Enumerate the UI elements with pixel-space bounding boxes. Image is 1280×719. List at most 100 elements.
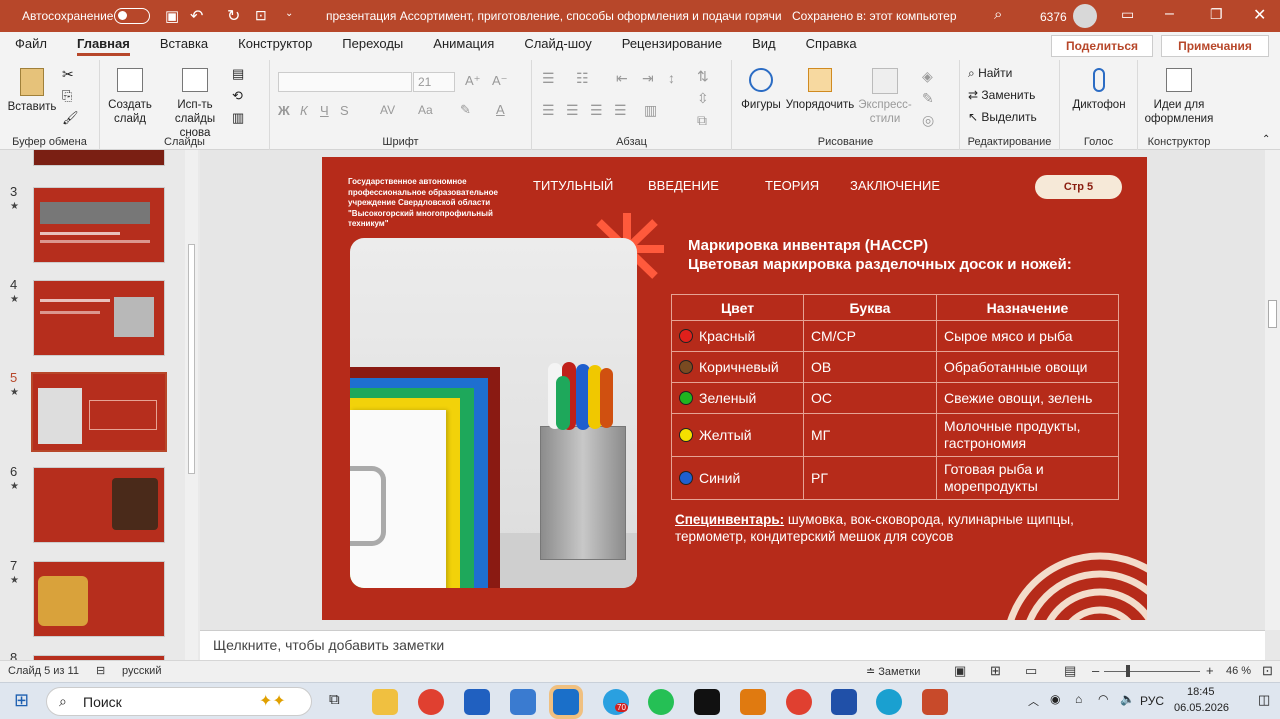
char-spacing-button[interactable]: AV: [380, 103, 395, 117]
effects-icon[interactable]: ◎: [922, 112, 934, 129]
comments-button[interactable]: Примечания: [1161, 35, 1269, 57]
dictate-button[interactable]: Диктофон: [1070, 68, 1128, 112]
bold-button[interactable]: Ж: [278, 103, 290, 118]
find-button[interactable]: ⌕ Найти: [968, 66, 1012, 81]
notifications-icon[interactable]: ◫: [1258, 692, 1270, 708]
keyboard-language[interactable]: РУС: [1140, 694, 1164, 708]
tray-chevron-icon[interactable]: ︿: [1028, 693, 1039, 709]
layout-icon[interactable]: ▤: [232, 66, 244, 82]
menu-tab[interactable]: Главная: [76, 36, 130, 56]
justify-icon[interactable]: ☰: [614, 102, 627, 119]
thumbnails-scrollbar[interactable]: [185, 150, 198, 660]
decrease-indent-icon[interactable]: ⇤: [616, 70, 628, 87]
thumbnail-slide-6[interactable]: [33, 467, 165, 543]
undo-icon[interactable]: ↶: [190, 6, 203, 26]
designer-ideas-button[interactable]: Идеи для оформления: [1142, 68, 1216, 126]
shrink-font-icon[interactable]: A⁻: [492, 73, 508, 89]
font-size-select[interactable]: 21: [413, 72, 455, 92]
volume-icon[interactable]: 🔈: [1120, 692, 1135, 706]
section-icon[interactable]: ▥: [232, 110, 244, 126]
shapes-button[interactable]: Фигуры: [738, 68, 784, 112]
font-color-icon[interactable]: A: [496, 102, 505, 117]
font-family-select[interactable]: [278, 72, 412, 92]
line-spacing-icon[interactable]: ↕: [668, 70, 675, 86]
slideshow-view-icon[interactable]: ▤: [1064, 663, 1076, 679]
customize-qat-icon[interactable]: ⌄: [285, 8, 293, 19]
reuse-slides-button[interactable]: Исп-ть слайды снова: [162, 68, 228, 140]
italic-button[interactable]: К: [300, 103, 308, 118]
reading-view-icon[interactable]: ▭: [1025, 663, 1037, 679]
clock-date[interactable]: 06.05.2026: [1174, 702, 1229, 714]
menu-tab[interactable]: Конструктор: [238, 36, 312, 56]
notes-toggle[interactable]: ≐ Заметки: [866, 665, 920, 678]
current-slide[interactable]: Государственное автономное профессиональ…: [322, 157, 1147, 620]
save-icon[interactable]: ▣: [165, 7, 179, 25]
thumbnail-slide-7[interactable]: [33, 561, 165, 637]
outline-icon[interactable]: ✎: [922, 90, 934, 107]
underline-button[interactable]: Ч: [320, 103, 329, 118]
thumbnail-slide-3[interactable]: [33, 187, 165, 263]
normal-view-icon[interactable]: ▣: [954, 663, 966, 679]
notes-pane[interactable]: Щелкните, чтобы добавить заметки: [200, 630, 1265, 660]
powerpoint-icon[interactable]: [922, 689, 948, 715]
fit-slide-icon[interactable]: ⊡: [1262, 663, 1273, 679]
paste-button[interactable]: Вставить: [4, 68, 60, 114]
canvas-scrollbar[interactable]: [1265, 150, 1280, 630]
menu-tab[interactable]: Файл: [15, 36, 47, 56]
grow-font-icon[interactable]: A⁺: [465, 73, 481, 89]
app-icon[interactable]: [510, 689, 536, 715]
arrange-button[interactable]: Упорядочить: [784, 68, 856, 112]
wifi-icon[interactable]: ◠: [1098, 692, 1108, 706]
sorter-view-icon[interactable]: ⊞: [990, 663, 1001, 679]
search-icon[interactable]: ⌕: [994, 6, 1002, 23]
align-center-icon[interactable]: ☰: [566, 102, 579, 119]
clock-time[interactable]: 18:45: [1187, 686, 1215, 698]
ribbon-options-icon[interactable]: ▭: [1121, 6, 1134, 23]
columns-icon[interactable]: ▥: [644, 102, 657, 119]
reset-icon[interactable]: ⟲: [232, 88, 243, 104]
format-painter-icon[interactable]: 🖌: [62, 110, 79, 126]
avatar[interactable]: [1073, 4, 1097, 28]
collapse-ribbon-icon[interactable]: ⌃: [1262, 134, 1270, 145]
slideshow-icon[interactable]: ⊡: [255, 7, 267, 24]
menu-tab[interactable]: Рецензирование: [622, 36, 722, 56]
menu-tab[interactable]: Анимация: [433, 36, 494, 56]
chrome-icon-2[interactable]: [786, 689, 812, 715]
telegram-icon[interactable]: 70: [603, 689, 629, 715]
menu-tab[interactable]: Слайд-шоу: [524, 36, 591, 56]
autosave-toggle[interactable]: [114, 8, 150, 24]
bullets-icon[interactable]: ☰: [542, 70, 555, 87]
align-right-icon[interactable]: ☰: [590, 102, 603, 119]
text-direction-icon[interactable]: ⇅: [697, 68, 709, 85]
menu-tab[interactable]: Справка: [806, 36, 857, 56]
menu-tab[interactable]: Вставка: [160, 36, 208, 56]
thumbnail-slide-2[interactable]: [33, 150, 165, 166]
save-status[interactable]: Сохранено в: этот компьютер: [792, 9, 957, 23]
change-case-button[interactable]: Aa: [418, 103, 433, 117]
spellcheck-icon[interactable]: ⊟: [96, 664, 105, 677]
copy-icon[interactable]: ⎘: [62, 88, 72, 104]
whatsapp-icon[interactable]: [648, 689, 674, 715]
tray-app-icon-2[interactable]: ⌂: [1075, 692, 1082, 706]
smartart-icon[interactable]: ⧉: [697, 112, 707, 129]
tray-app-icon[interactable]: ◉: [1050, 692, 1060, 706]
cut-icon[interactable]: ✂: [62, 66, 74, 83]
thumbnail-slide-4[interactable]: [33, 280, 165, 356]
sublime-icon[interactable]: [740, 689, 766, 715]
document-title[interactable]: презентация Ассортимент, приготовление, …: [326, 9, 781, 23]
thumbnail-slide-5-selected[interactable]: [31, 372, 167, 452]
nav-title[interactable]: ТИТУЛЬНЫЙ: [533, 178, 613, 193]
zoom-level[interactable]: 46 %: [1226, 665, 1251, 677]
zoom-out-icon[interactable]: –: [1092, 663, 1099, 678]
chrome-icon[interactable]: [418, 689, 444, 715]
nav-intro[interactable]: ВВЕДЕНИЕ: [648, 178, 719, 193]
replace-button[interactable]: ⇄ Заменить: [968, 88, 1035, 102]
edge-icon[interactable]: [876, 689, 902, 715]
taskbar-search[interactable]: ⌕ Поиск ✦✦: [46, 687, 312, 716]
start-icon[interactable]: ⊞: [14, 690, 29, 711]
zoom-slider[interactable]: [1104, 665, 1200, 677]
menu-tab[interactable]: Вид: [752, 36, 776, 56]
strike-button[interactable]: S: [340, 103, 349, 118]
align-left-icon[interactable]: ☰: [542, 102, 555, 119]
nav-conclusion[interactable]: ЗАКЛЮЧЕНИЕ: [850, 178, 940, 193]
